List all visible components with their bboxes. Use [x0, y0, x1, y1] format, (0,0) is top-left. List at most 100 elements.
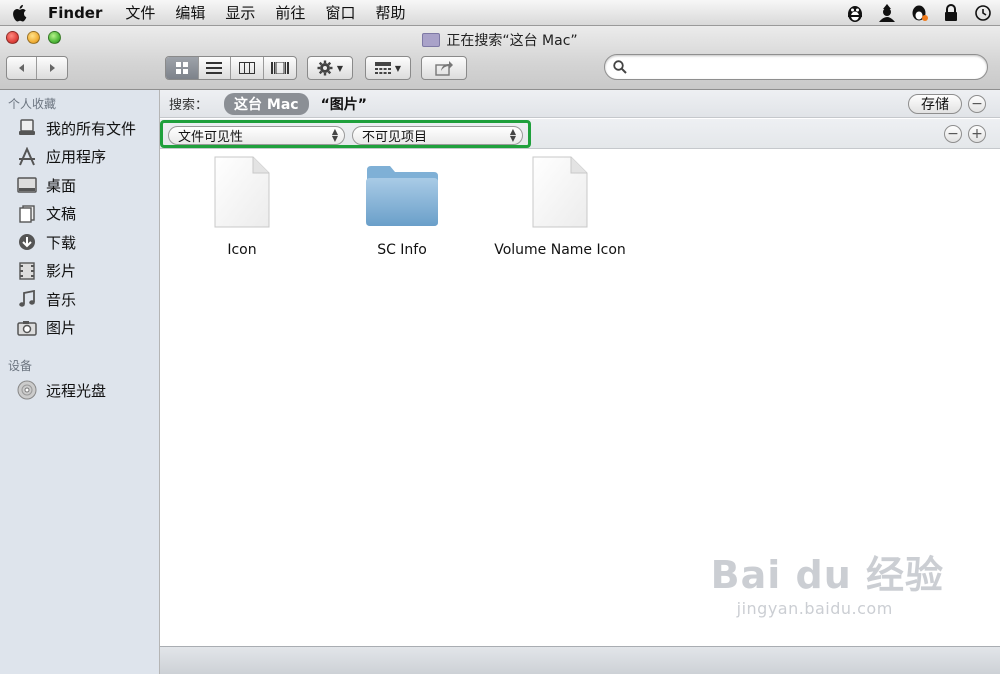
file-name: SC Info	[377, 242, 427, 258]
sidebar-item-label: 应用程序	[46, 148, 107, 167]
smart-folder-icon	[422, 33, 441, 47]
apple-icon[interactable]	[0, 4, 38, 22]
remove-criteria-button[interactable]: −	[968, 95, 986, 113]
chevron-down-icon: ▼	[336, 63, 344, 73]
search-scope-label: 搜索：	[169, 98, 209, 113]
all-files-icon	[17, 118, 37, 138]
up-down-arrows-icon: ▲ ▼	[509, 127, 516, 143]
menu-go[interactable]: 前往	[265, 0, 315, 26]
sidebar-item-movies[interactable]: 影片	[0, 257, 159, 286]
up-down-arrows-icon: ▲ ▼	[331, 127, 338, 143]
chevron-down-icon: ▼	[394, 63, 402, 73]
chevron-right-icon	[50, 64, 55, 72]
criteria-value-label: 不可见项目	[362, 130, 428, 145]
scope-this-mac-button[interactable]: 这台 Mac	[224, 92, 309, 115]
menu-window[interactable]: 窗口	[315, 0, 365, 26]
file-item[interactable]: Icon	[162, 156, 322, 258]
applications-icon	[17, 146, 37, 167]
gear-icon	[317, 60, 333, 76]
menu-bar: Finder 文件 编辑 显示 前往 窗口 帮助	[0, 0, 1000, 26]
downloads-icon	[17, 232, 37, 252]
coverflow-view-icon	[270, 62, 289, 74]
back-forward-control	[6, 56, 68, 80]
criteria-value-popup[interactable]: 不可见项目 ▲ ▼	[352, 126, 523, 145]
search-criteria-row: 文件可见性 ▲ ▼ 不可见项目 ▲ ▼ − +	[160, 119, 1000, 149]
criteria-attribute-label: 文件可见性	[178, 130, 244, 145]
file-item[interactable]: Volume Name Icon	[480, 156, 640, 258]
sidebar-item-desktop[interactable]: 桌面	[0, 171, 159, 200]
title-bar: 正在搜索“这台 Mac” ▼ ▼	[0, 26, 1000, 90]
time-machine-icon[interactable]	[972, 2, 994, 24]
sidebar-item-documents[interactable]: 文稿	[0, 200, 159, 229]
music-icon	[17, 289, 37, 309]
menu-edit[interactable]: 编辑	[165, 0, 215, 26]
sidebar-item-label: 我的所有文件	[46, 119, 137, 138]
icon-view-icon	[175, 62, 188, 74]
criteria-attribute-popup[interactable]: 文件可见性 ▲ ▼	[168, 126, 345, 145]
action-menu-button[interactable]: ▼	[307, 56, 353, 80]
qq-penguin-icon[interactable]	[844, 2, 866, 24]
user-hat-icon[interactable]	[876, 2, 898, 24]
lock-icon[interactable]	[940, 2, 962, 24]
finder-window: 正在搜索“这台 Mac” ▼ ▼ 个人收藏 我的所有文件 应用程序 桌面 文稿 …	[0, 26, 1000, 674]
movies-icon	[17, 261, 37, 281]
sidebar: 个人收藏 我的所有文件 应用程序 桌面 文稿 下载 影片 音乐 图片 设备 远程…	[0, 90, 160, 674]
arrange-icon	[374, 62, 391, 74]
back-button[interactable]	[7, 57, 38, 79]
menu-view[interactable]: 显示	[215, 0, 265, 26]
sidebar-item-label: 影片	[46, 262, 77, 281]
share-button[interactable]	[421, 56, 467, 80]
column-view-icon	[238, 62, 255, 74]
sidebar-header-devices: 设备	[8, 359, 33, 373]
search-icon	[613, 60, 627, 74]
arrange-menu-button[interactable]: ▼	[365, 56, 411, 80]
file-name: Icon	[227, 242, 257, 258]
desktop-icon	[17, 175, 37, 195]
file-name: Volume Name Icon	[494, 242, 626, 258]
sidebar-item-all-files[interactable]: 我的所有文件	[0, 114, 159, 143]
sidebar-item-label: 远程光盘	[46, 381, 107, 400]
view-mode-control	[165, 56, 297, 80]
sidebar-item-applications[interactable]: 应用程序	[0, 143, 159, 172]
sidebar-item-label: 下载	[46, 233, 77, 252]
menu-help[interactable]: 帮助	[365, 0, 415, 26]
list-view-icon	[206, 62, 223, 74]
add-rule-button[interactable]: +	[968, 125, 986, 143]
sidebar-item-label: 文稿	[46, 205, 77, 224]
qq-bell-icon[interactable]	[908, 2, 930, 24]
search-field[interactable]	[604, 54, 988, 80]
menu-app-finder[interactable]: Finder	[38, 0, 115, 26]
search-input[interactable]	[633, 59, 987, 75]
file-item[interactable]: SC Info	[322, 156, 482, 258]
sidebar-item-music[interactable]: 音乐	[0, 285, 159, 314]
menu-file[interactable]: 文件	[115, 0, 165, 26]
icon-view-button[interactable]	[166, 57, 199, 79]
scope-pictures-button[interactable]: “图片”	[321, 94, 367, 114]
window-title: 正在搜索“这台 Mac”	[446, 33, 578, 49]
search-scope-bar: 搜索： 这台 Mac “图片” 存储 −	[160, 90, 1000, 118]
watermark-url: jingyan.baidu.com	[736, 599, 893, 618]
document-icon	[214, 156, 270, 228]
chevron-left-icon	[18, 64, 24, 72]
baidu-watermark: Bai du 经验 jingyan.baidu.com	[711, 544, 944, 618]
sidebar-item-downloads[interactable]: 下载	[0, 228, 159, 257]
sidebar-header-favorites: 个人收藏	[8, 97, 57, 111]
coverflow-view-button[interactable]	[264, 57, 296, 79]
file-browser-area: Icon SC Info Volume Name Icon Bai du 经验 …	[160, 150, 1000, 646]
pictures-icon	[17, 318, 37, 338]
remove-rule-button[interactable]: −	[944, 125, 962, 143]
sidebar-item-pictures[interactable]: 图片	[0, 314, 159, 343]
forward-button[interactable]	[37, 57, 67, 79]
status-bar	[160, 646, 1000, 674]
save-search-button[interactable]: 存储	[908, 94, 962, 114]
column-view-button[interactable]	[231, 57, 264, 79]
document-icon	[532, 156, 588, 228]
remote-disc-icon	[17, 380, 37, 400]
list-view-button[interactable]	[199, 57, 231, 79]
sidebar-item-label: 图片	[46, 319, 77, 338]
sidebar-item-remote-disc[interactable]: 远程光盘	[0, 376, 159, 405]
share-icon	[435, 61, 453, 76]
watermark-brand: Bai du 经验	[710, 553, 944, 597]
sidebar-item-label: 音乐	[46, 290, 77, 309]
sidebar-item-label: 桌面	[46, 176, 77, 195]
